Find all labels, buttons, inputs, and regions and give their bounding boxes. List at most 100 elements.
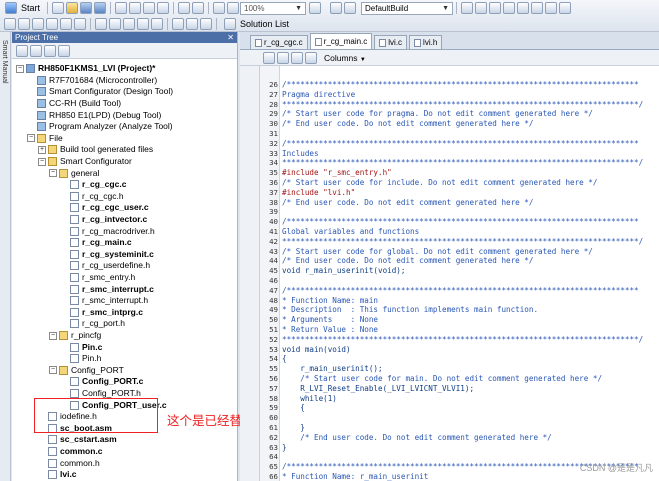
panel-icon[interactable] <box>95 18 107 30</box>
solution-list-button[interactable]: Solution List <box>220 18 292 30</box>
tree-item[interactable]: r_cg_systeminit.c <box>60 249 154 261</box>
nav-forward-icon[interactable] <box>277 51 289 64</box>
collapse-toggle-icon[interactable]: − <box>49 366 57 375</box>
tree-item[interactable]: r_cg_userdefine.h <box>60 260 150 272</box>
columns-dropdown[interactable]: Columns ▼ <box>324 53 366 63</box>
tree-item[interactable]: r_smc_entry.h <box>60 272 135 284</box>
window-icon[interactable] <box>74 18 86 30</box>
collapse-icon[interactable] <box>58 44 70 57</box>
step-icon[interactable] <box>559 2 572 14</box>
smart-manual-strip[interactable]: Smart Manual <box>0 32 11 481</box>
connect-icon[interactable] <box>489 2 502 14</box>
disconnect-icon[interactable] <box>503 2 516 14</box>
editor-tab[interactable]: lvi.h <box>409 35 443 49</box>
panel-icon[interactable] <box>172 18 184 30</box>
tree-item[interactable]: r_cg_macrodriver.h <box>60 225 155 237</box>
tree-item[interactable]: r_cg_cgc.h <box>60 191 124 203</box>
code-text: { <box>282 403 305 413</box>
zoom-combo[interactable]: 100% ▼ <box>240 1 307 15</box>
tree-item[interactable]: Pin.c <box>60 341 102 353</box>
tree-item[interactable]: CC-RH (Build Tool) <box>27 98 121 110</box>
tree-item[interactable]: Config_PORT.c <box>60 376 143 388</box>
zoom-in-icon[interactable] <box>309 2 322 14</box>
debug-icon[interactable] <box>461 2 474 14</box>
dropdown-icon[interactable] <box>4 18 16 30</box>
prev-icon[interactable] <box>18 18 30 30</box>
tree-item[interactable]: − general <box>49 167 99 179</box>
paste-icon[interactable] <box>143 2 156 14</box>
tree-item[interactable]: R7F701684 (Microcontroller) <box>27 75 157 87</box>
tree-item[interactable]: r_smc_interrupt.h <box>60 295 148 307</box>
copy-icon[interactable] <box>129 2 142 14</box>
undo-icon[interactable] <box>291 51 303 64</box>
delete-icon[interactable] <box>157 2 170 14</box>
panel-icon[interactable] <box>200 18 212 30</box>
reset-icon[interactable] <box>545 2 558 14</box>
undo-icon[interactable] <box>178 2 191 14</box>
tree-item[interactable]: r_cg_main.c <box>60 237 132 249</box>
collapse-toggle-icon[interactable]: − <box>49 331 57 340</box>
redo-icon[interactable] <box>305 51 317 64</box>
panel-icon[interactable] <box>109 18 121 30</box>
tree-item[interactable]: r_cg_cgc.c <box>60 179 126 191</box>
expand-toggle-icon[interactable]: + <box>38 145 46 154</box>
run-icon[interactable] <box>517 2 530 14</box>
code-text: while(1) <box>282 393 337 403</box>
cut-icon[interactable] <box>115 2 128 14</box>
find-icon[interactable] <box>213 2 226 14</box>
filter-icon[interactable] <box>44 44 56 57</box>
tree-item[interactable]: + Build tool generated files <box>38 144 153 156</box>
tree-item[interactable]: − RH850F1KMS1_LVI (Project)* <box>16 63 155 75</box>
tree-item[interactable]: r_cg_intvector.c <box>60 214 147 226</box>
tree-item[interactable]: Program Analyzer (Analyze Tool) <box>27 121 173 133</box>
open-file-icon[interactable] <box>66 2 79 14</box>
collapse-toggle-icon[interactable]: − <box>27 134 35 143</box>
code-line: 30 /* End user code. Do not edit comment … <box>240 119 659 129</box>
close-icon[interactable]: ✕ <box>227 33 234 42</box>
build-mode-combo[interactable]: DefaultBuild ▼ <box>361 1 454 15</box>
new-file-icon[interactable] <box>52 2 65 14</box>
tree-item[interactable]: r_cg_cgc_user.c <box>60 202 149 214</box>
tree-item[interactable]: common.h <box>38 457 100 469</box>
panel-icon[interactable] <box>123 18 135 30</box>
tree-item[interactable]: lvi.c <box>38 469 77 481</box>
bookmark-icon[interactable] <box>46 18 58 30</box>
collapse-toggle-icon[interactable]: − <box>49 169 57 178</box>
build-icon[interactable] <box>330 2 343 14</box>
nav-back-icon[interactable] <box>263 51 275 64</box>
tree-item[interactable]: sc_cstart.asm <box>38 434 117 446</box>
editor-tab[interactable]: r_cg_cgc.c <box>250 35 308 49</box>
add-icon[interactable] <box>16 44 28 57</box>
download-icon[interactable] <box>475 2 488 14</box>
tree-item[interactable]: common.c <box>38 446 103 458</box>
rebuild-icon[interactable] <box>344 2 357 14</box>
view-icon[interactable] <box>60 18 72 30</box>
tree-item[interactable]: − Config_PORT <box>49 365 124 377</box>
tree-item[interactable]: r_cg_port.h <box>60 318 125 330</box>
save-all-icon[interactable] <box>94 2 107 14</box>
zoom-out-icon[interactable] <box>227 2 240 14</box>
collapse-toggle-icon[interactable]: − <box>38 157 46 166</box>
save-icon[interactable] <box>80 2 93 14</box>
tree-item[interactable]: RH850 E1(LPD) (Debug Tool) <box>27 109 161 121</box>
tree-item[interactable]: Smart Configurator (Design Tool) <box>27 86 173 98</box>
next-icon[interactable] <box>32 18 44 30</box>
redo-icon[interactable] <box>192 2 205 14</box>
editor-tab[interactable]: lvi.c <box>374 35 408 49</box>
collapse-toggle-icon[interactable]: − <box>16 64 24 73</box>
panel-icon[interactable] <box>137 18 149 30</box>
tree-item[interactable]: − File <box>27 133 63 145</box>
editor-tab[interactable]: r_cg_main.c <box>309 33 373 49</box>
stop-icon[interactable] <box>531 2 544 14</box>
tree-item[interactable]: − Smart Configurator <box>38 156 132 168</box>
start-button[interactable]: Start <box>0 1 44 15</box>
annotation-box <box>34 398 158 433</box>
panel-icon[interactable] <box>151 18 163 30</box>
panel-icon[interactable] <box>186 18 198 30</box>
tree-item[interactable]: Pin.h <box>60 353 101 365</box>
tree-item[interactable]: r_smc_interrupt.c <box>60 283 154 295</box>
tree-item[interactable]: r_smc_intprg.c <box>60 307 143 319</box>
code-line: 38 /* End user code. Do not edit comment … <box>240 198 659 208</box>
properties-icon[interactable] <box>30 44 42 57</box>
tree-item[interactable]: − r_pincfg <box>49 330 101 342</box>
